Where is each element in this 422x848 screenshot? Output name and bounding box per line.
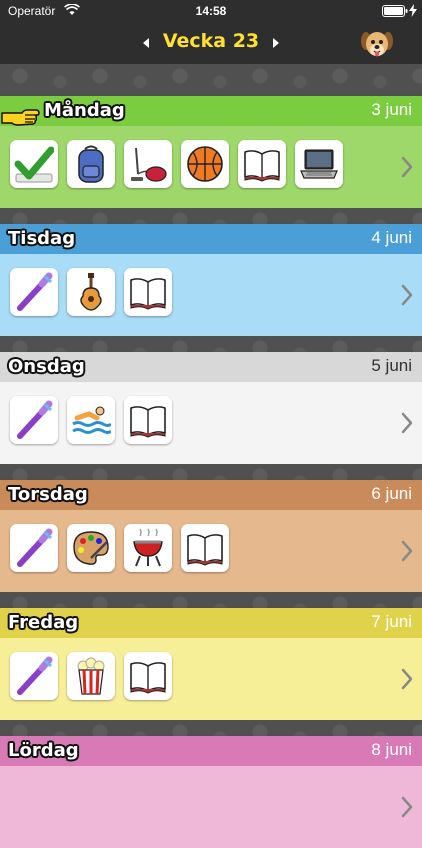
activity-tile[interactable] xyxy=(10,396,58,444)
pointing-hand-icon xyxy=(1,109,40,126)
backpack-icon xyxy=(78,145,104,183)
swimming-icon xyxy=(72,406,111,434)
day-activities xyxy=(0,510,422,592)
activity-tile[interactable] xyxy=(238,140,286,188)
book-icon xyxy=(130,406,166,438)
activity-tile[interactable] xyxy=(181,140,229,188)
day-activities xyxy=(0,766,422,848)
book-icon xyxy=(130,662,166,694)
day-name: Fredag xyxy=(8,612,79,633)
background-pattern xyxy=(0,64,422,96)
activity-tile[interactable] xyxy=(67,524,115,572)
charging-bolt-icon xyxy=(409,4,417,17)
day-card-4[interactable]: Fredag 7 juni xyxy=(0,608,422,720)
day-date: 3 juni xyxy=(371,100,412,119)
day-activities xyxy=(0,638,422,720)
status-bar: Operatör 14:58 xyxy=(0,0,422,22)
laptop-icon xyxy=(300,149,338,179)
day-name: Torsdag xyxy=(8,484,88,505)
background-pattern xyxy=(0,464,422,480)
day-header: Onsdag 5 juni xyxy=(0,352,422,382)
chevron-right-icon[interactable] xyxy=(400,410,414,436)
chevron-right-icon[interactable] xyxy=(400,154,414,180)
activity-tile[interactable] xyxy=(10,652,58,700)
day-header: Fredag 7 juni xyxy=(0,608,422,638)
day-activities xyxy=(0,382,422,464)
day-header: Måndag 3 juni xyxy=(0,96,422,126)
activity-tile[interactable] xyxy=(67,652,115,700)
book-icon xyxy=(130,278,166,310)
day-activities xyxy=(0,126,422,208)
day-name: Onsdag xyxy=(8,356,85,377)
guitar-icon xyxy=(80,273,102,311)
vacuum-cleaner-icon xyxy=(131,147,167,182)
day-header: Tisdag 4 juni xyxy=(0,224,422,254)
day-card-5[interactable]: Lördag 8 juni xyxy=(0,736,422,848)
status-time: 14:58 xyxy=(195,4,227,18)
activity-tile[interactable] xyxy=(124,396,172,444)
toothbrush-icon xyxy=(17,400,53,439)
book-icon xyxy=(187,534,223,566)
chevron-right-icon[interactable] xyxy=(400,666,414,692)
popcorn-icon xyxy=(77,657,105,695)
background-pattern xyxy=(0,336,422,352)
basketball-icon xyxy=(187,146,223,182)
day-date: 5 juni xyxy=(371,356,412,375)
grill-icon xyxy=(133,528,163,567)
toothbrush-icon xyxy=(17,528,53,567)
activity-tile[interactable] xyxy=(67,268,115,316)
activity-tile[interactable] xyxy=(10,524,58,572)
day-activities xyxy=(0,254,422,336)
background-pattern xyxy=(0,208,422,224)
dog-avatar-icon[interactable] xyxy=(360,28,394,60)
next-week-arrow-icon[interactable] xyxy=(266,32,286,54)
paint-palette-icon xyxy=(73,531,109,565)
day-date: 6 juni xyxy=(371,484,412,503)
day-header: Torsdag 6 juni xyxy=(0,480,422,510)
chevron-right-icon[interactable] xyxy=(400,282,414,308)
week-navigation: Vecka 23 xyxy=(0,24,422,64)
activity-tile[interactable] xyxy=(10,268,58,316)
activity-tile[interactable] xyxy=(295,140,343,188)
day-name: Måndag xyxy=(44,100,125,121)
activity-tile[interactable] xyxy=(181,524,229,572)
book-icon xyxy=(244,150,280,182)
activity-tile[interactable] xyxy=(10,140,58,188)
day-card-2[interactable]: Onsdag 5 juni xyxy=(0,352,422,464)
checkmark-icon xyxy=(14,146,54,183)
chevron-right-icon[interactable] xyxy=(400,794,414,820)
day-header: Lördag 8 juni xyxy=(0,736,422,766)
day-date: 4 juni xyxy=(371,228,412,247)
activity-tile[interactable] xyxy=(124,652,172,700)
day-date: 7 juni xyxy=(371,612,412,631)
day-card-0[interactable]: Måndag 3 juni xyxy=(0,96,422,208)
activity-tile[interactable] xyxy=(124,140,172,188)
day-card-1[interactable]: Tisdag 4 juni xyxy=(0,224,422,336)
activity-tile[interactable] xyxy=(124,268,172,316)
activity-tile[interactable] xyxy=(124,524,172,572)
activity-tile[interactable] xyxy=(67,396,115,444)
toothbrush-icon xyxy=(17,272,53,311)
background-pattern xyxy=(0,592,422,608)
week-title: Vecka 23 xyxy=(162,30,260,52)
day-name: Tisdag xyxy=(8,228,76,249)
app-header: Operatör 14:58 Vecka 23 xyxy=(0,0,422,64)
day-card-3[interactable]: Torsdag 6 juni xyxy=(0,480,422,592)
day-name: Lördag xyxy=(8,740,79,761)
day-date: 8 juni xyxy=(371,740,412,759)
toothbrush-icon xyxy=(17,656,53,695)
background-pattern xyxy=(0,720,422,736)
chevron-right-icon[interactable] xyxy=(400,538,414,564)
activity-tile[interactable] xyxy=(67,140,115,188)
battery-icon xyxy=(382,5,408,17)
